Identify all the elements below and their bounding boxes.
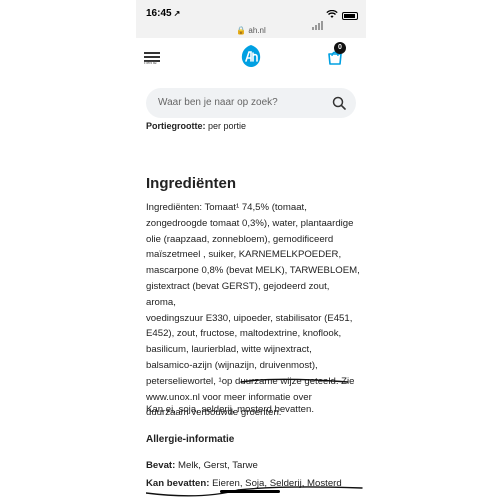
location-arrow-icon: ↗ xyxy=(173,9,181,18)
ingredients-line: Ingrediënten: Tomaat¹ 74,5% (tomaat, xyxy=(146,202,307,213)
portion-size: Portiegrootte: per portie xyxy=(146,121,246,131)
search-input[interactable]: Waar ben je naar op zoek? xyxy=(146,88,356,118)
ingredients-line: mascarpone 0,8% (bevat MELK), TARWEBLOEM… xyxy=(146,265,360,277)
may-contain-value: Eieren, Soja, Selderij, Mosterd xyxy=(212,478,342,489)
allergy-heading: Allergie-informatie xyxy=(146,434,235,445)
top-nav: menu 0 xyxy=(136,38,366,81)
allergen-note: Kan ei, soja, selderij, mosterd bevatten… xyxy=(146,404,314,415)
ingredients-line: voedingszuur E330, uipoeder, stabilisato… xyxy=(146,312,353,324)
menu-label: menu xyxy=(144,60,157,66)
ingredients-line: peterseliewortel, ¹op duurzame wijze get… xyxy=(146,375,355,387)
search-icon[interactable] xyxy=(332,96,346,110)
ingredients-heading: Ingrediënten xyxy=(146,175,237,192)
status-time: 16:45 ↗ xyxy=(146,8,180,19)
may-contain-row: Kan bevatten: Eieren, Soja, Selderij, Mo… xyxy=(146,478,342,489)
ingredients-text: Ingrediënten: Tomaat¹ 74,5% (tomaat, zon… xyxy=(146,200,361,421)
contains-value: Melk, Gerst, Tarwe xyxy=(178,460,258,471)
ingredients-line: basilicum, laurierblad, witte wijnextrac… xyxy=(146,344,312,356)
ingredients-line: balsamico-azijn (wijnazijn, druivenmost)… xyxy=(146,359,318,371)
phone-screen: 16:45 ↗ 🔒 ah.nl menu 0 Waar ben je naar … xyxy=(136,0,366,500)
url-text: ah.nl xyxy=(248,26,266,35)
lock-icon: 🔒 xyxy=(236,26,247,35)
contains-label: Bevat: xyxy=(146,460,176,471)
contains-row: Bevat: Melk, Gerst, Tarwe xyxy=(146,460,258,471)
ah-logo-icon[interactable] xyxy=(239,44,263,68)
battery-icon xyxy=(342,12,358,20)
time-text: 16:45 xyxy=(146,8,172,19)
search-section: Waar ben je naar op zoek? xyxy=(136,80,366,124)
portion-label: Portiegrootte: xyxy=(146,121,206,131)
ingredients-line: E452), zout, fructose, maltodextrine, kn… xyxy=(146,328,342,340)
ingredients-line: maïszetmeel , suiker, KARNEMELKPOEDER, xyxy=(146,249,342,261)
ingredients-line: www.unox.nl voor meer informatie over xyxy=(146,391,312,403)
url-bar[interactable]: 🔒 ah.nl xyxy=(136,26,366,35)
portion-value: per portie xyxy=(208,121,247,131)
cart-count-badge: 0 xyxy=(334,42,346,54)
ingredients-line: zongedroogde tomaat 0,3%), water, planta… xyxy=(146,217,354,229)
home-indicator xyxy=(220,490,280,493)
ingredients-line: gistextract (bevat GERST), gejodeerd zou… xyxy=(146,280,330,308)
search-placeholder: Waar ben je naar op zoek? xyxy=(158,97,278,108)
right-background xyxy=(366,0,500,500)
ingredients-line: olie (raapzaad, zonnebloem), gemodificee… xyxy=(146,233,334,245)
wifi-icon xyxy=(326,9,338,21)
status-bar: 16:45 ↗ 🔒 ah.nl xyxy=(136,0,366,38)
may-contain-label: Kan bevatten: xyxy=(146,478,210,489)
left-background xyxy=(0,0,136,500)
